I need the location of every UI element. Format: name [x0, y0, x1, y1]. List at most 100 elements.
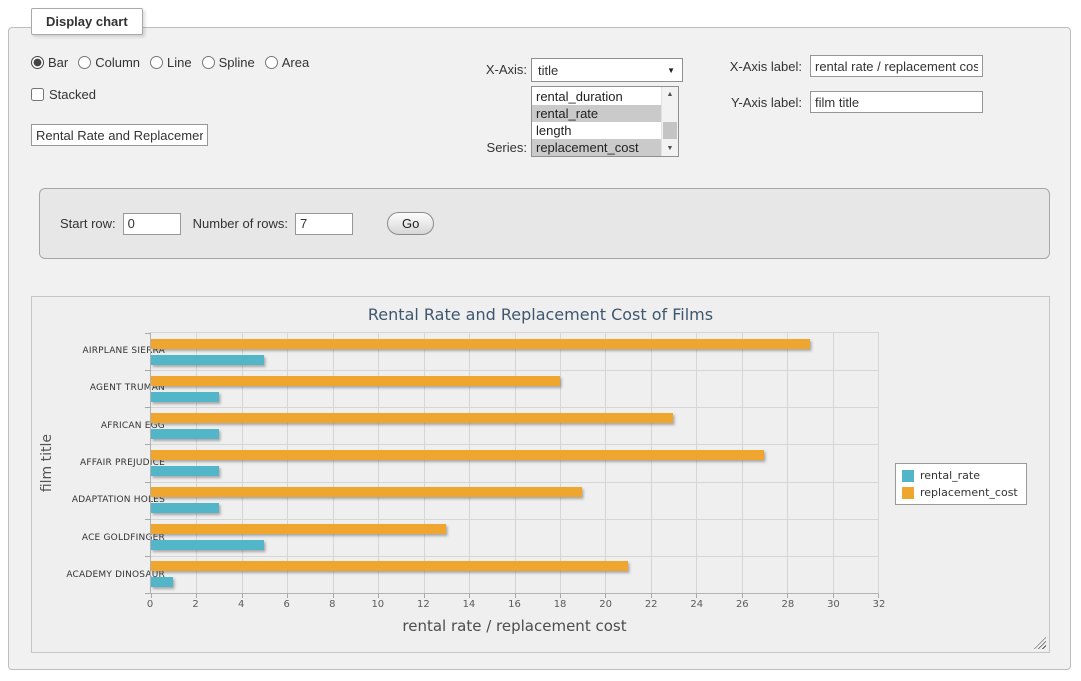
scrollbar-down-icon[interactable]: ▼	[662, 141, 678, 156]
scrollbar-thumb[interactable]	[663, 122, 677, 139]
x-tick-labels: 02468101214161820222426283032	[150, 599, 879, 613]
bar-rental_rate[interactable]	[151, 466, 219, 476]
chart-type-option-bar[interactable]: Bar	[31, 55, 68, 70]
x-tick-label: 6	[284, 599, 290, 610]
x-axis-label-input[interactable]	[810, 55, 983, 77]
stacked-checkbox[interactable]	[31, 88, 44, 101]
x-tick-mark	[469, 594, 470, 598]
x-axis-select[interactable]: title ▼	[531, 58, 683, 82]
bar-rental_rate[interactable]	[151, 577, 173, 587]
series-option-rental_rate[interactable]: rental_rate	[532, 105, 661, 122]
x-tick-label: 16	[508, 599, 521, 610]
series-option-length[interactable]: length	[532, 122, 661, 139]
stacked-checkbox-row[interactable]: Stacked	[31, 87, 96, 102]
x-tick-mark	[605, 594, 606, 598]
legend-swatch	[902, 470, 914, 482]
y-axis-label-label: Y-Axis label:	[714, 95, 802, 110]
chart-type-option-area[interactable]: Area	[265, 55, 309, 70]
category-band	[151, 407, 878, 444]
bar-rental_rate[interactable]	[151, 429, 219, 439]
legend-item-replacement_cost[interactable]: replacement_cost	[902, 486, 1018, 499]
bar-replacement_cost[interactable]	[151, 524, 446, 534]
stacked-label: Stacked	[49, 87, 96, 102]
series-option-replacement_cost[interactable]: replacement_cost	[532, 139, 661, 156]
x-tick-mark	[651, 594, 652, 598]
bar-rental_rate[interactable]	[151, 392, 219, 402]
x-tick-label: 0	[147, 599, 153, 610]
category-band	[151, 556, 878, 593]
x-tick-mark	[242, 594, 243, 598]
x-axis-title: rental rate / replacement cost	[150, 617, 879, 635]
series-label: Series:	[457, 140, 527, 155]
x-tick-label: 24	[690, 599, 703, 610]
x-tick-mark	[424, 594, 425, 598]
category-band	[151, 519, 878, 556]
chart-type-option-label: Bar	[48, 55, 68, 70]
x-axis-selected-value: title	[538, 63, 558, 78]
chart-type-option-label: Column	[95, 55, 140, 70]
chart-type-radio-area[interactable]	[265, 56, 278, 69]
chart-type-radios: Bar Column Line Spline Area	[31, 55, 319, 70]
resize-grip-icon[interactable]	[1034, 637, 1046, 649]
select-dropdown-icon: ▼	[667, 66, 675, 75]
rows-panel: Start row: Number of rows: Go	[39, 188, 1050, 259]
display-chart-panel: Display chart BarColumnLineSplineArea St…	[8, 27, 1071, 670]
panel-legend: Display chart	[31, 8, 143, 35]
category-band	[151, 333, 878, 370]
x-tick-mark	[287, 594, 288, 598]
chart-title-input[interactable]	[31, 124, 208, 146]
series-listbox[interactable]: rental_durationrental_ratelengthreplacem…	[531, 86, 679, 157]
x-tick-label: 20	[599, 599, 612, 610]
series-options: rental_durationrental_ratelengthreplacem…	[532, 88, 661, 156]
series-option-rental_duration[interactable]: rental_duration	[532, 88, 661, 105]
x-axis-label-label: X-Axis label:	[714, 59, 802, 74]
x-tick-label: 28	[782, 599, 795, 610]
start-row-label: Start row:	[60, 216, 116, 231]
x-tick-label: 12	[417, 599, 430, 610]
go-button[interactable]: Go	[387, 212, 434, 235]
plot-area	[150, 332, 879, 594]
bar-replacement_cost[interactable]	[151, 450, 764, 460]
bar-replacement_cost[interactable]	[151, 339, 810, 349]
chart-type-option-spline[interactable]: Spline	[202, 55, 255, 70]
chart-type-radio-bar[interactable]	[31, 56, 44, 69]
chart-title: Rental Rate and Replacement Cost of Film…	[32, 305, 1049, 324]
chart-legend: rental_rate replacement_cost	[895, 463, 1027, 505]
chart-type-radio-line[interactable]	[150, 56, 163, 69]
x-axis-select-label: X-Axis:	[457, 62, 527, 77]
chart-type-radio-column[interactable]	[78, 56, 91, 69]
bar-rental_rate[interactable]	[151, 503, 219, 513]
bar-rental_rate[interactable]	[151, 540, 264, 550]
series-scrollbar[interactable]: ▲ ▼	[661, 87, 678, 156]
legend-label: rental_rate	[920, 469, 980, 482]
bar-replacement_cost[interactable]	[151, 487, 582, 497]
x-tick-mark	[378, 594, 379, 598]
legend-item-rental_rate[interactable]: rental_rate	[902, 469, 1018, 482]
legend-label: replacement_cost	[920, 486, 1018, 499]
chart-type-option-column[interactable]: Column	[78, 55, 140, 70]
start-row-input[interactable]	[123, 213, 181, 235]
bar-rental_rate[interactable]	[151, 355, 264, 365]
x-tick-mark	[333, 594, 334, 598]
num-rows-label: Number of rows:	[193, 216, 288, 231]
bar-replacement_cost[interactable]	[151, 561, 628, 571]
bar-replacement_cost[interactable]	[151, 413, 673, 423]
x-tick-label: 14	[463, 599, 476, 610]
chart-type-option-label: Line	[167, 55, 192, 70]
chart-container: Rental Rate and Replacement Cost of Film…	[31, 296, 1050, 653]
bar-replacement_cost[interactable]	[151, 376, 560, 386]
scrollbar-up-icon[interactable]: ▲	[662, 87, 678, 102]
x-tick-label: 26	[736, 599, 749, 610]
chart-type-option-line[interactable]: Line	[150, 55, 192, 70]
x-tick-mark	[833, 594, 834, 598]
num-rows-input[interactable]	[295, 213, 353, 235]
category-band	[151, 482, 878, 519]
x-tick-mark	[696, 594, 697, 598]
y-axis-label-input[interactable]	[810, 91, 983, 113]
x-tick-mark	[742, 594, 743, 598]
x-tick-label: 8	[329, 599, 335, 610]
x-tick-mark	[560, 594, 561, 598]
x-tick-mark	[196, 594, 197, 598]
chart-type-radio-spline[interactable]	[202, 56, 215, 69]
x-tick-label: 4	[238, 599, 244, 610]
